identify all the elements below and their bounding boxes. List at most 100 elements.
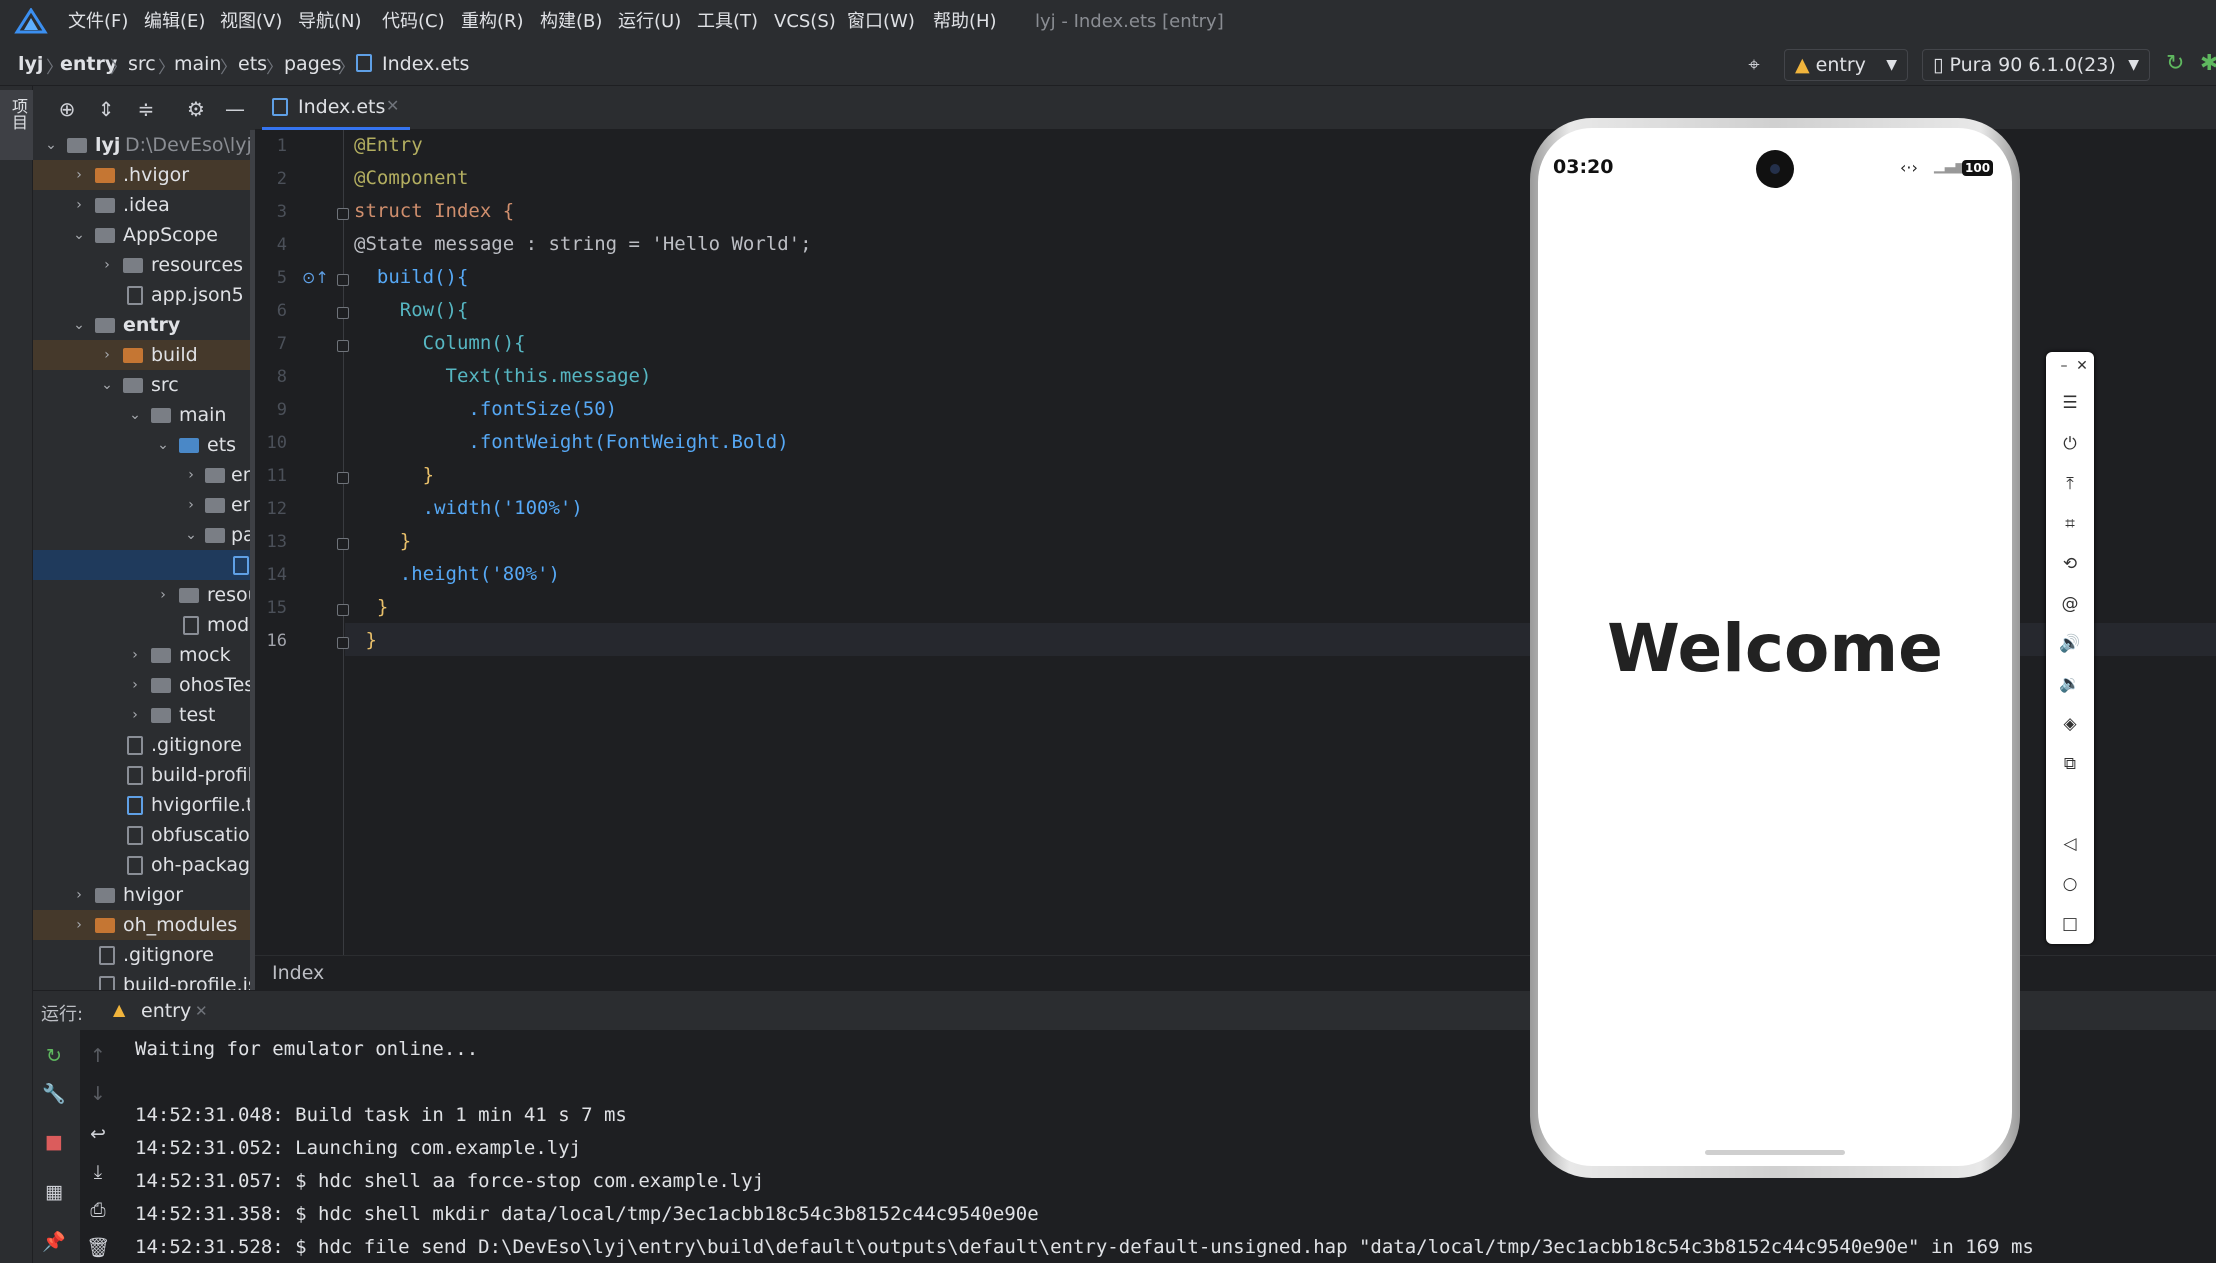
- tree-item-pages[interactable]: ⌄ pa: [33, 520, 255, 550]
- fold-marker-icon[interactable]: [337, 307, 349, 319]
- shake-icon[interactable]: ◈: [2056, 710, 2084, 738]
- tree-item-hvigorfile[interactable]: hvigorfile.ts: [33, 790, 255, 820]
- tree-item-mock[interactable]: › mock: [33, 640, 255, 670]
- tree-item-gitignore[interactable]: .gitignore: [33, 730, 255, 760]
- tree-item-test[interactable]: › test: [33, 700, 255, 730]
- fold-marker-icon[interactable]: [337, 340, 349, 352]
- tab-index-ets[interactable]: Index.ets ✕: [262, 86, 410, 130]
- tree-root[interactable]: ⌄ lyj D:\DevEso\lyj: [33, 130, 255, 160]
- scroll-to-end-icon[interactable]: ⤓: [86, 1160, 110, 1184]
- breadcrumb-file[interactable]: Index.ets: [382, 53, 469, 75]
- breadcrumb-pages[interactable]: pages: [284, 53, 341, 75]
- tree-item-entryability[interactable]: › en: [33, 460, 255, 490]
- breadcrumb-src[interactable]: src: [128, 53, 156, 75]
- debug-icon[interactable]: ✱: [2200, 52, 2216, 76]
- menu-edit[interactable]: 编辑(E): [138, 8, 211, 36]
- close-icon[interactable]: ✕: [195, 1002, 208, 1020]
- fold-marker-icon[interactable]: [337, 637, 349, 649]
- screenshot-icon[interactable]: ⧉: [2056, 750, 2084, 778]
- breadcrumb-ets[interactable]: ets: [238, 53, 267, 75]
- volume-down-icon[interactable]: 🔉: [2056, 670, 2084, 698]
- tree-item-hvigor[interactable]: › hvigor: [33, 880, 255, 910]
- structure-breadcrumb[interactable]: Index: [272, 962, 324, 984]
- down-arrow-icon[interactable]: ↓: [86, 1082, 110, 1106]
- tree-item-resources-main[interactable]: › resou: [33, 580, 255, 610]
- wrench-icon[interactable]: 🔧: [42, 1082, 66, 1106]
- tree-item-src[interactable]: ⌄ src: [33, 370, 255, 400]
- home-icon[interactable]: ○: [2056, 870, 2084, 898]
- battery-icon: 100: [1962, 160, 1994, 176]
- rerun-icon[interactable]: ↻: [42, 1044, 66, 1068]
- menu-code[interactable]: 代码(C): [376, 8, 451, 36]
- tree-item-ets[interactable]: ⌄ ets: [33, 430, 255, 460]
- tree-item-ohostest[interactable]: › ohosTest: [33, 670, 255, 700]
- tree-item-gitignore-root[interactable]: .gitignore: [33, 940, 255, 970]
- gesture-icon[interactable]: @: [2056, 590, 2084, 618]
- locate-icon[interactable]: ⊕: [54, 96, 80, 122]
- hide-panel-icon[interactable]: —: [222, 96, 248, 122]
- breadcrumb-main[interactable]: main: [174, 53, 221, 75]
- menu-help[interactable]: 帮助(H): [927, 8, 1003, 36]
- menu-navigate[interactable]: 导航(N): [292, 8, 368, 36]
- gear-icon[interactable]: ⚙: [183, 96, 209, 122]
- tree-item-oh-package[interactable]: oh-package: [33, 850, 255, 880]
- target-icon[interactable]: ⌖: [1742, 52, 1766, 76]
- tree-item-entrybackup[interactable]: › en: [33, 490, 255, 520]
- trash-icon[interactable]: 🗑: [86, 1236, 110, 1260]
- tree-item-module-json5[interactable]: modu: [33, 610, 255, 640]
- menu-run[interactable]: 运行(U): [612, 8, 687, 36]
- run-config-selector[interactable]: ▲ entry ▼: [1784, 49, 1908, 81]
- menu-view[interactable]: 视图(V): [214, 8, 288, 36]
- menu-window[interactable]: 窗口(W): [841, 8, 921, 36]
- tree-item-hvigor-dir[interactable]: › .hvigor: [33, 160, 255, 190]
- menu-refactor[interactable]: 重构(R): [455, 8, 530, 36]
- crop-icon[interactable]: ⌗: [2056, 510, 2084, 538]
- home-indicator[interactable]: [1705, 1150, 1845, 1155]
- tree-item-oh-modules[interactable]: › oh_modules: [33, 910, 255, 940]
- tree-item-main[interactable]: ⌄ main: [33, 400, 255, 430]
- up-arrow-icon[interactable]: ↑: [86, 1044, 110, 1068]
- fold-marker-icon[interactable]: [337, 604, 349, 616]
- menu-icon[interactable]: ☰: [2056, 389, 2084, 417]
- close-icon[interactable]: ✕: [2068, 352, 2096, 380]
- tree-item-obfuscation[interactable]: obfuscation: [33, 820, 255, 850]
- layout-icon[interactable]: ▦: [42, 1180, 66, 1204]
- stop-icon[interactable]: ■: [42, 1130, 66, 1154]
- breadcrumb-project[interactable]: lyj: [18, 53, 43, 75]
- volume-up-icon[interactable]: 🔊: [2056, 630, 2084, 658]
- project-tool-button[interactable]: 项目: [0, 90, 33, 160]
- close-icon[interactable]: ✕: [386, 96, 399, 115]
- tree-item-build-profile[interactable]: build-profile: [33, 760, 255, 790]
- menu-vcs[interactable]: VCS(S): [768, 8, 842, 36]
- tree-item-resources[interactable]: › resources: [33, 250, 255, 280]
- device-selector[interactable]: ▯ Pura 90 6.1.0(23) ▼: [1922, 49, 2150, 81]
- menu-file[interactable]: 文件(F): [62, 8, 134, 36]
- recents-icon[interactable]: □: [2056, 910, 2084, 938]
- tree-item-idea[interactable]: › .idea: [33, 190, 255, 220]
- expand-all-icon[interactable]: ⇕: [93, 96, 119, 122]
- fold-marker-icon[interactable]: [337, 274, 349, 286]
- soft-wrap-icon[interactable]: ↩: [86, 1122, 110, 1146]
- menu-tools[interactable]: 工具(T): [691, 8, 764, 36]
- tree-item-entry[interactable]: ⌄ entry: [33, 310, 255, 340]
- tree-item-index-ets[interactable]: [33, 550, 255, 580]
- fold-marker-icon[interactable]: [337, 472, 349, 484]
- fold-marker-icon[interactable]: [337, 538, 349, 550]
- override-gutter-icon[interactable]: ⊙↑: [302, 268, 329, 287]
- back-icon[interactable]: ◁: [2056, 830, 2084, 858]
- tree-item-app-json5[interactable]: app.json5: [33, 280, 255, 310]
- tree-item-build[interactable]: › build: [33, 340, 255, 370]
- tree-item-build-profile-root[interactable]: build-profile.js: [33, 970, 255, 990]
- menu-build[interactable]: 构建(B): [534, 8, 608, 36]
- collapse-all-icon[interactable]: ≑: [133, 96, 159, 122]
- rotate-icon[interactable]: ⟲: [2056, 550, 2084, 578]
- run-tab-entry[interactable]: entry: [141, 1000, 191, 1022]
- tree-item-appscope[interactable]: ⌄ AppScope: [33, 220, 255, 250]
- power-icon[interactable]: ⏻: [2056, 430, 2084, 458]
- print-icon[interactable]: ⎙: [86, 1198, 110, 1222]
- rotate-up-icon[interactable]: ⤒: [2056, 470, 2084, 498]
- fold-marker-icon[interactable]: [337, 208, 349, 220]
- pin-icon[interactable]: 📌: [42, 1230, 66, 1254]
- breadcrumb-module[interactable]: entry: [60, 53, 117, 75]
- rerun-icon[interactable]: ↻: [2166, 52, 2190, 76]
